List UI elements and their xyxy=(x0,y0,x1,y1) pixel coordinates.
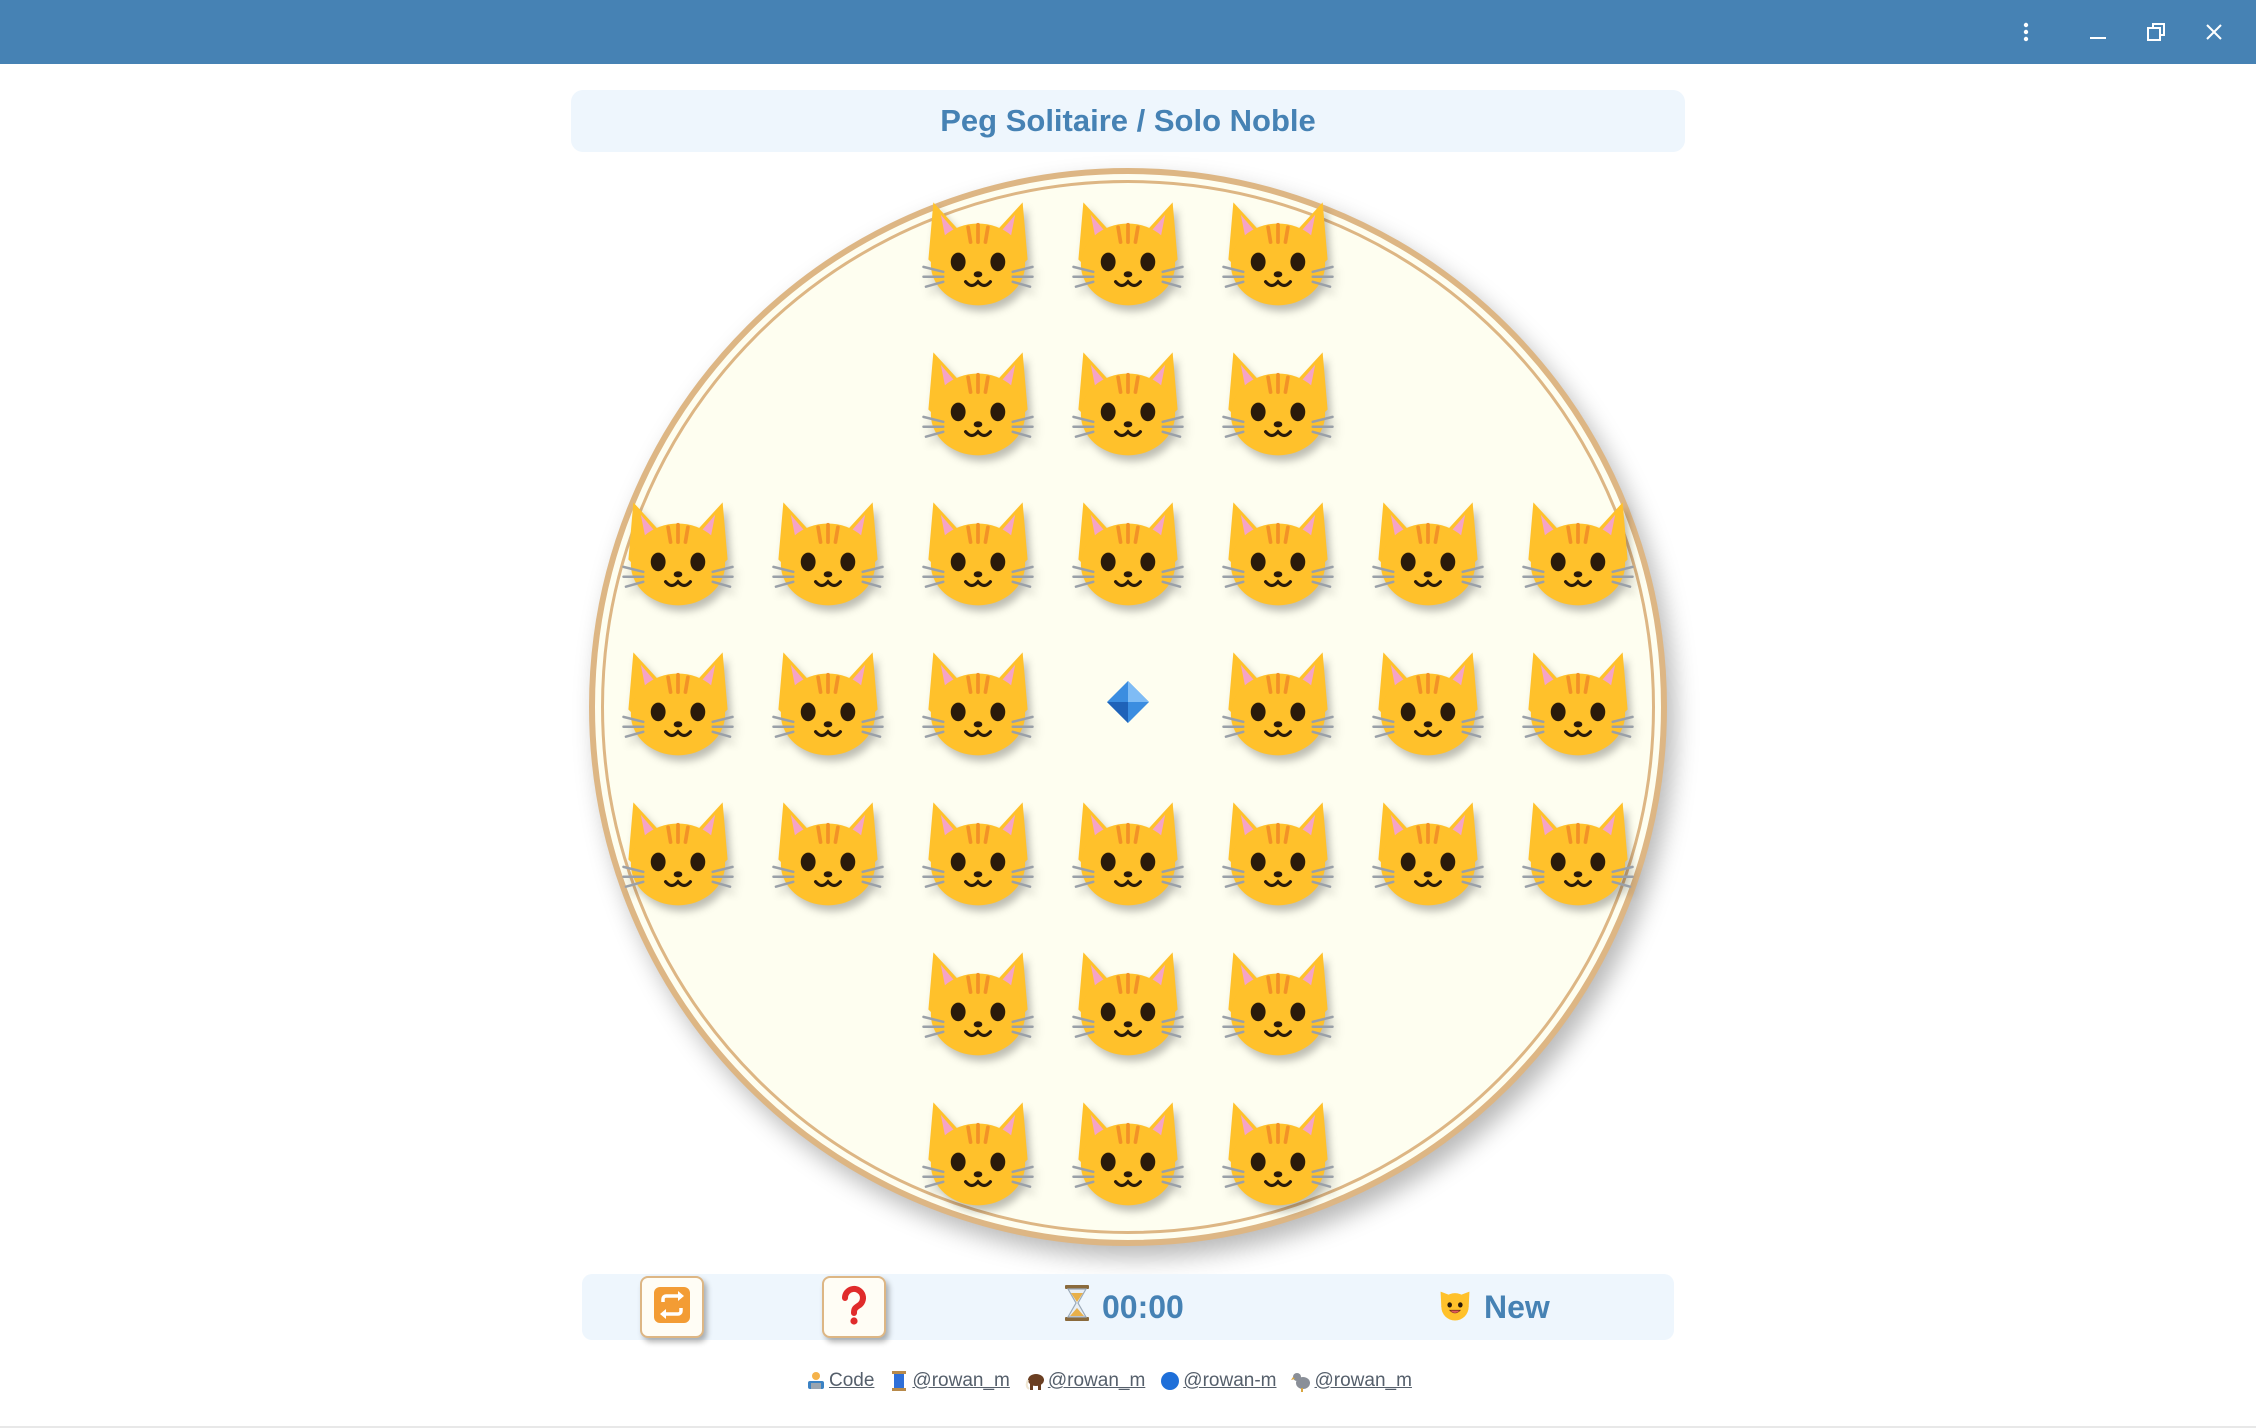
peg[interactable] xyxy=(613,639,743,769)
peg[interactable] xyxy=(913,489,1043,619)
window-titlebar xyxy=(0,0,2256,64)
peg[interactable] xyxy=(763,789,893,919)
restore-icon[interactable] xyxy=(2132,8,2180,56)
peg[interactable] xyxy=(1213,939,1343,1069)
timer: 00:00 xyxy=(1062,1284,1184,1330)
technologist-icon xyxy=(805,1370,827,1392)
new-game-button[interactable]: New xyxy=(1436,1284,1550,1330)
peg[interactable] xyxy=(913,639,1043,769)
threads-link-text: @rowan_m xyxy=(912,1370,1010,1391)
cat-face-icon xyxy=(1216,190,1340,319)
peg[interactable] xyxy=(1063,489,1193,619)
spool-icon xyxy=(888,1370,910,1392)
more-options-icon[interactable] xyxy=(2002,8,2050,56)
new-game-label: New xyxy=(1484,1288,1550,1325)
peg[interactable] xyxy=(1213,339,1343,469)
cat-face-icon xyxy=(1066,1090,1190,1219)
peg[interactable] xyxy=(1213,189,1343,319)
peg[interactable] xyxy=(1063,339,1193,469)
cat-face-icon xyxy=(766,640,890,769)
peg[interactable] xyxy=(1063,189,1193,319)
peg[interactable] xyxy=(1213,489,1343,619)
cat-face-icon xyxy=(766,490,890,619)
peg[interactable] xyxy=(1063,1089,1193,1219)
cat-face-icon xyxy=(916,340,1040,469)
close-icon[interactable] xyxy=(2190,8,2238,56)
mastodon-link[interactable]: @rowan_m xyxy=(1024,1370,1145,1392)
peg[interactable] xyxy=(763,639,893,769)
cat-face-icon xyxy=(1516,490,1640,619)
hourglass-icon xyxy=(1062,1284,1092,1330)
mastodon-link-text: @rowan_m xyxy=(1047,1370,1146,1391)
peg[interactable] xyxy=(1363,639,1493,769)
cat-face-icon xyxy=(1066,490,1190,619)
cat-face-icon xyxy=(1216,340,1340,469)
mammoth-icon xyxy=(1024,1370,1046,1392)
cat-face-icon xyxy=(1216,940,1340,1069)
peg[interactable] xyxy=(1513,789,1643,919)
cat-face-icon xyxy=(1366,640,1490,769)
repeat-arrows-icon xyxy=(652,1285,692,1330)
cat-face-icon xyxy=(916,190,1040,319)
cat-face-icon xyxy=(1216,790,1340,919)
dodo-icon xyxy=(1290,1370,1313,1392)
bluesky-link[interactable]: @rowan-m xyxy=(1159,1370,1277,1392)
cat-face-icon xyxy=(916,490,1040,619)
peg[interactable] xyxy=(1213,1089,1343,1219)
peg[interactable] xyxy=(913,339,1043,469)
cat-face-icon xyxy=(616,640,740,769)
peg[interactable] xyxy=(1363,489,1493,619)
cat-face-icon xyxy=(916,790,1040,919)
peg[interactable] xyxy=(1213,789,1343,919)
minimize-icon[interactable] xyxy=(2074,8,2122,56)
page-title: Peg Solitaire / Solo Noble xyxy=(940,103,1316,138)
peg[interactable] xyxy=(763,489,893,619)
peg[interactable] xyxy=(1513,489,1643,619)
cat-face-icon xyxy=(616,490,740,619)
social-link[interactable]: @rowan_m xyxy=(1290,1370,1412,1392)
cat-face-icon xyxy=(1066,190,1190,319)
blue-diamond-icon xyxy=(1105,679,1151,730)
cat-face-icon xyxy=(766,790,890,919)
peg[interactable] xyxy=(1363,789,1493,919)
peg[interactable] xyxy=(913,1089,1043,1219)
question-mark-icon xyxy=(836,1285,872,1330)
peg[interactable] xyxy=(1513,639,1643,769)
cat-face-icon xyxy=(1216,640,1340,769)
timer-value: 00:00 xyxy=(1102,1288,1184,1325)
cat-face-icon xyxy=(1436,1284,1474,1330)
code-link-text: Code xyxy=(829,1370,875,1391)
help-button[interactable] xyxy=(822,1276,886,1338)
cat-face-icon xyxy=(616,790,740,919)
peg[interactable] xyxy=(913,939,1043,1069)
cat-face-icon xyxy=(1366,490,1490,619)
empty-hole[interactable] xyxy=(1063,639,1193,769)
peg[interactable] xyxy=(913,789,1043,919)
cat-face-icon xyxy=(1516,640,1640,769)
cat-face-icon xyxy=(916,940,1040,1069)
cat-face-icon xyxy=(1516,790,1640,919)
cat-face-icon xyxy=(1216,1090,1340,1219)
peg[interactable] xyxy=(613,489,743,619)
cat-face-icon xyxy=(1066,340,1190,469)
restart-button[interactable] xyxy=(640,1276,704,1338)
code-link[interactable]: Code xyxy=(805,1370,874,1392)
footer-links: Code @rowan_m @rowan_m @rowan-m @rowan_m xyxy=(805,1368,1426,1394)
social-link-text: @rowan_m xyxy=(1314,1370,1412,1391)
cat-face-icon xyxy=(1366,790,1490,919)
blue-circle-icon xyxy=(1159,1370,1181,1392)
page-header: Peg Solitaire / Solo Noble xyxy=(571,90,1685,152)
cat-face-icon xyxy=(1216,490,1340,619)
peg[interactable] xyxy=(1063,789,1193,919)
cat-face-icon xyxy=(916,1090,1040,1219)
threads-link[interactable]: @rowan_m xyxy=(888,1370,1010,1392)
peg[interactable] xyxy=(613,789,743,919)
cat-face-icon xyxy=(1066,790,1190,919)
bluesky-link-text: @rowan-m xyxy=(1183,1370,1277,1391)
peg[interactable] xyxy=(1063,939,1193,1069)
cat-face-icon xyxy=(916,640,1040,769)
peg[interactable] xyxy=(1213,639,1343,769)
cat-face-icon xyxy=(1066,940,1190,1069)
peg[interactable] xyxy=(913,189,1043,319)
